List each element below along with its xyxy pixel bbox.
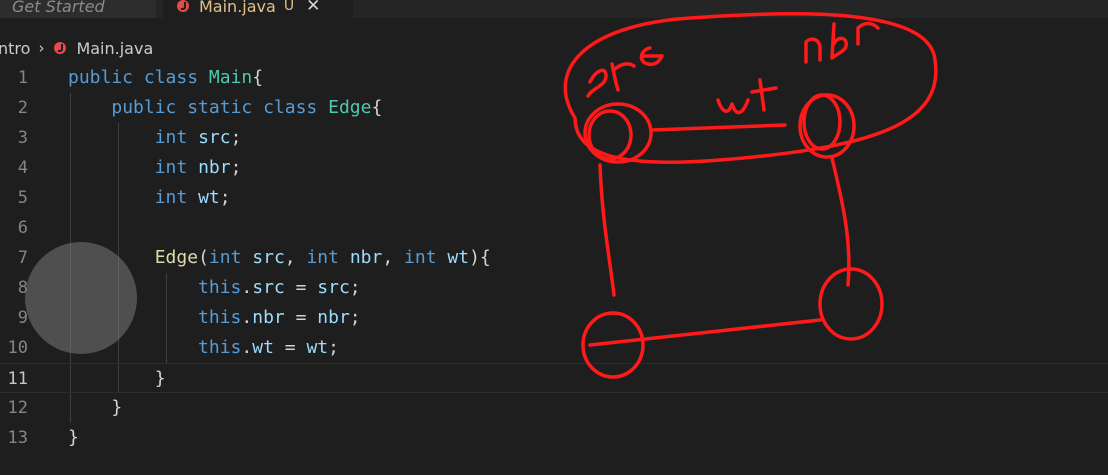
enclosing-loop-stroke — [563, 12, 938, 164]
drawing-annotation — [563, 12, 938, 379]
